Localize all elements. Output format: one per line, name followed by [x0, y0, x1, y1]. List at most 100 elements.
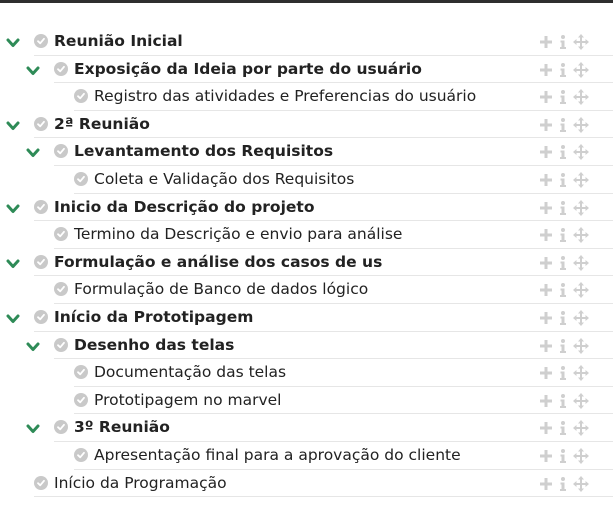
move-icon[interactable]	[573, 420, 589, 437]
check-circle-icon[interactable]	[54, 337, 68, 352]
info-icon[interactable]	[558, 200, 568, 216]
task-row[interactable]: Formulação de Banco de dados lógico	[0, 276, 613, 304]
check-circle-icon[interactable]	[54, 282, 68, 297]
check-circle-icon[interactable]	[34, 34, 48, 48]
move-icon[interactable]	[573, 144, 589, 161]
check-circle-icon[interactable]	[34, 309, 48, 324]
info-icon[interactable]	[558, 310, 568, 326]
task-label[interactable]: Levantamento dos Requisitos	[74, 141, 333, 161]
plus-icon[interactable]	[539, 62, 553, 78]
info-icon[interactable]	[558, 117, 568, 133]
check-circle-icon[interactable]	[54, 61, 68, 76]
check-circle-icon[interactable]	[54, 420, 68, 435]
task-row[interactable]: Exposição da Ideia por parte do usuário	[0, 56, 613, 84]
task-row[interactable]: Início da Prototipagem	[0, 304, 613, 332]
info-icon[interactable]	[558, 448, 568, 464]
task-row[interactable]: Registro das atividades e Preferencias d…	[0, 83, 613, 111]
plus-icon[interactable]	[539, 448, 553, 464]
task-row[interactable]: Levantamento dos Requisitos	[0, 138, 613, 166]
task-row[interactable]: Formulação e análise dos casos de us	[0, 249, 613, 277]
info-icon[interactable]	[558, 34, 568, 50]
plus-icon[interactable]	[539, 34, 553, 50]
info-icon[interactable]	[558, 338, 568, 354]
check-circle-icon[interactable]	[34, 199, 48, 214]
plus-icon[interactable]	[539, 172, 553, 188]
info-icon[interactable]	[558, 227, 568, 243]
check-circle-icon[interactable]	[54, 144, 68, 159]
move-icon[interactable]	[573, 227, 589, 244]
task-label[interactable]: Apresentação final para a aprovação do c…	[94, 445, 461, 465]
task-label[interactable]: 3º Reunião	[74, 417, 170, 437]
check-circle-icon[interactable]	[54, 227, 68, 242]
move-icon[interactable]	[573, 199, 589, 216]
task-label[interactable]: Desenho das telas	[74, 335, 234, 355]
move-icon[interactable]	[573, 61, 589, 78]
check-circle-icon[interactable]	[34, 254, 48, 269]
task-label[interactable]: Formulação e análise dos casos de us	[54, 252, 382, 272]
task-row[interactable]: Desenho das telas	[0, 332, 613, 360]
move-icon[interactable]	[573, 89, 589, 106]
move-icon[interactable]	[573, 365, 589, 382]
task-label[interactable]: 2ª Reunião	[54, 114, 150, 134]
plus-icon[interactable]	[539, 282, 553, 298]
task-row[interactable]: Apresentação final para a aprovação do c…	[0, 442, 613, 470]
task-label[interactable]: Reunião Inicial	[54, 31, 183, 51]
move-icon[interactable]	[573, 392, 589, 409]
plus-icon[interactable]	[539, 227, 553, 243]
chevron-down-icon[interactable]	[26, 64, 40, 78]
plus-icon[interactable]	[539, 393, 553, 409]
task-row[interactable]: Reunião Inicial	[0, 28, 613, 56]
task-label[interactable]: Exposição da Ideia por parte do usuário	[74, 59, 422, 79]
task-row[interactable]: Documentação das telas	[0, 359, 613, 387]
chevron-down-icon[interactable]	[6, 257, 20, 271]
info-icon[interactable]	[558, 282, 568, 298]
move-icon[interactable]	[573, 254, 589, 271]
info-icon[interactable]	[558, 172, 568, 188]
check-circle-icon[interactable]	[74, 392, 88, 407]
check-circle-icon[interactable]	[74, 365, 88, 380]
task-label[interactable]: Prototipagem no marvel	[94, 390, 282, 410]
chevron-down-icon[interactable]	[26, 146, 40, 160]
task-label[interactable]: Coleta e Validação dos Requisitos	[94, 169, 354, 189]
move-icon[interactable]	[573, 475, 589, 492]
move-icon[interactable]	[573, 309, 589, 326]
plus-icon[interactable]	[539, 420, 553, 436]
chevron-down-icon[interactable]	[6, 202, 20, 216]
info-icon[interactable]	[558, 144, 568, 160]
chevron-down-icon[interactable]	[6, 36, 20, 50]
info-icon[interactable]	[558, 255, 568, 271]
info-icon[interactable]	[558, 62, 568, 78]
plus-icon[interactable]	[539, 144, 553, 160]
chevron-down-icon[interactable]	[6, 312, 20, 326]
task-label[interactable]: Inicio da Descrição do projeto	[54, 197, 314, 217]
info-icon[interactable]	[558, 393, 568, 409]
plus-icon[interactable]	[539, 89, 553, 105]
task-row[interactable]: Inicio da Descrição do projeto	[0, 194, 613, 222]
task-label[interactable]: Início da Programação	[54, 473, 227, 493]
task-row[interactable]: Termino da Descrição e envio para anális…	[0, 221, 613, 249]
check-circle-icon[interactable]	[74, 171, 88, 186]
check-circle-icon[interactable]	[34, 475, 48, 490]
plus-icon[interactable]	[539, 200, 553, 216]
task-row[interactable]: Prototipagem no marvel	[0, 387, 613, 415]
task-label[interactable]: Documentação das telas	[94, 362, 286, 382]
task-row[interactable]: Início da Programação	[0, 470, 613, 498]
task-row[interactable]: Coleta e Validação dos Requisitos	[0, 166, 613, 194]
task-label[interactable]: Registro das atividades e Preferencias d…	[94, 86, 476, 106]
plus-icon[interactable]	[539, 338, 553, 354]
check-circle-icon[interactable]	[74, 447, 88, 462]
info-icon[interactable]	[558, 89, 568, 105]
move-icon[interactable]	[573, 171, 589, 188]
chevron-down-icon[interactable]	[6, 119, 20, 133]
task-label[interactable]: Termino da Descrição e envio para anális…	[74, 224, 402, 244]
info-icon[interactable]	[558, 365, 568, 381]
move-icon[interactable]	[573, 447, 589, 464]
task-row[interactable]: 3º Reunião	[0, 414, 613, 442]
chevron-down-icon[interactable]	[26, 422, 40, 436]
plus-icon[interactable]	[539, 476, 553, 492]
info-icon[interactable]	[558, 476, 568, 492]
move-icon[interactable]	[573, 337, 589, 354]
move-icon[interactable]	[573, 34, 589, 50]
move-icon[interactable]	[573, 282, 589, 299]
info-icon[interactable]	[558, 420, 568, 436]
